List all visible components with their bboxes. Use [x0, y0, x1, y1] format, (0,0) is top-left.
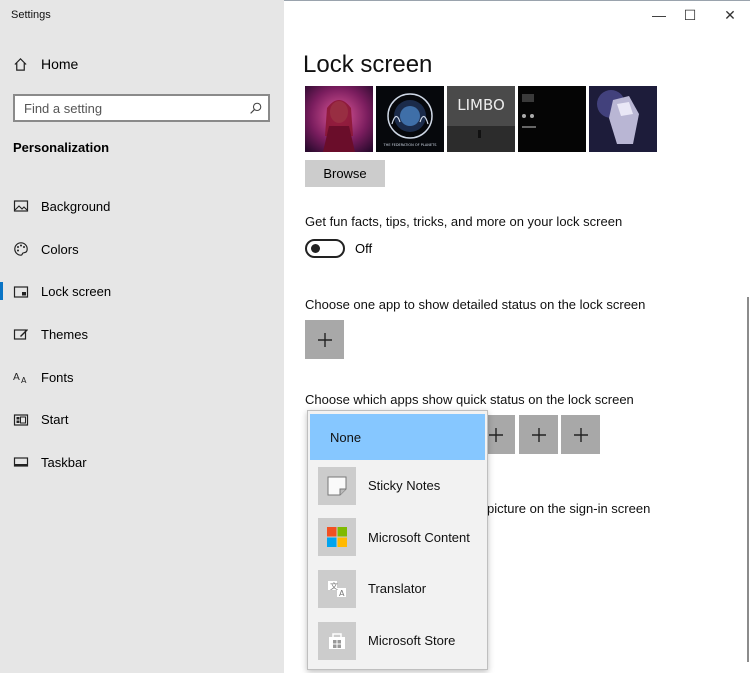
- translator-icon: 文A: [318, 569, 356, 608]
- svg-text:文: 文: [330, 581, 338, 591]
- sidebar-item-colors[interactable]: Colors: [0, 228, 284, 271]
- add-quick-status-app-button[interactable]: [561, 415, 600, 454]
- browse-button[interactable]: Browse: [305, 160, 385, 187]
- themes-icon: [13, 329, 28, 341]
- plus-icon: [317, 332, 332, 347]
- svg-text:A: A: [339, 589, 345, 598]
- app-title: Settings: [11, 9, 51, 21]
- signin-picture-label: picture on the sign-in screen: [487, 501, 651, 516]
- flyout-item-sticky-notes[interactable]: Sticky Notes: [308, 460, 487, 512]
- app-picker-flyout: None Sticky Notes Microsoft Content 文A T…: [307, 410, 488, 670]
- store-icon: [318, 621, 356, 660]
- fun-facts-label: Get fun facts, tips, tricks, and more on…: [305, 214, 623, 229]
- flyout-item-label: None: [330, 429, 362, 445]
- sidebar-item-fonts[interactable]: A A Fonts: [0, 356, 284, 399]
- fun-facts-toggle[interactable]: [305, 239, 345, 258]
- plus-icon: [573, 427, 588, 442]
- home-label: Home: [41, 56, 79, 72]
- sidebar-item-label: Fonts: [41, 369, 74, 385]
- sidebar-item-label: Lock screen: [41, 284, 112, 300]
- sidebar-item-start[interactable]: Start: [0, 398, 284, 441]
- page-title: Lock screen: [303, 51, 433, 78]
- close-button[interactable]: ✕: [720, 5, 740, 25]
- scrollbar[interactable]: [747, 297, 749, 662]
- maximize-button[interactable]: ☐: [680, 5, 700, 25]
- thumbnail-federation-seal[interactable]: THE FEDERATION OF PLANETS: [376, 86, 444, 152]
- svg-text:A: A: [21, 376, 27, 385]
- minimize-button[interactable]: —: [649, 5, 669, 25]
- microsoft-logo-icon: [318, 518, 356, 557]
- sidebar-nav: Background Colors Lock screen Themes A A…: [0, 185, 284, 484]
- sidebar-item-label: Background: [41, 198, 111, 214]
- add-detailed-status-app-button[interactable]: [305, 320, 344, 359]
- background-thumbnails: THE FEDERATION OF PLANETS LIMBO: [305, 86, 657, 152]
- fonts-icon: A A: [13, 372, 27, 385]
- thumbnail-caption: LIMBO: [457, 96, 505, 114]
- flyout-item-microsoft-store[interactable]: Microsoft Store: [308, 615, 487, 667]
- sidebar-item-lock-screen[interactable]: Lock screen: [0, 270, 284, 313]
- sidebar-item-label: Themes: [41, 326, 88, 342]
- sidebar-item-taskbar[interactable]: Taskbar: [0, 441, 284, 484]
- toggle-state-label: Off: [355, 241, 373, 256]
- svg-text:A: A: [13, 372, 20, 383]
- flyout-item-translator[interactable]: 文A Translator: [308, 563, 487, 615]
- flyout-item-microsoft-content[interactable]: Microsoft Content: [308, 512, 487, 564]
- taskbar-icon: [13, 457, 29, 468]
- flyout-item-label: Sticky Notes: [368, 478, 441, 494]
- flyout-item-none[interactable]: None: [310, 414, 485, 460]
- search-input[interactable]: Find a setting: [13, 94, 270, 122]
- sidebar-item-label: Taskbar: [41, 454, 87, 470]
- plus-icon: [488, 427, 503, 442]
- sidebar: Settings Home Find a setting Personaliza…: [0, 0, 284, 673]
- section-title: Personalization: [13, 140, 110, 155]
- palette-icon: [14, 242, 28, 256]
- flyout-item-label: Microsoft Content: [368, 529, 470, 545]
- sidebar-item-label: Start: [41, 412, 69, 428]
- plus-icon: [531, 427, 546, 442]
- thumbnail-caption: THE FEDERATION OF PLANETS: [383, 143, 438, 147]
- thumbnail-armored-figure[interactable]: [589, 86, 657, 152]
- home-icon: [14, 57, 27, 71]
- toggle-knob: [311, 244, 320, 253]
- home-link[interactable]: Home: [13, 56, 78, 72]
- flyout-item-label: Translator: [368, 581, 427, 597]
- thumbnail-limbo[interactable]: LIMBO: [447, 86, 515, 152]
- flyout-item-label: Microsoft Store: [368, 633, 456, 649]
- quick-status-label: Choose which apps show quick status on t…: [305, 392, 634, 407]
- thumbnail-dark-phone[interactable]: [518, 86, 586, 152]
- search-icon: [250, 102, 262, 114]
- add-quick-status-app-button[interactable]: [519, 415, 558, 454]
- thumbnail-scarlet-witch[interactable]: [305, 86, 373, 152]
- window-top-border: [284, 0, 750, 1]
- sidebar-item-label: Colors: [41, 241, 79, 257]
- search-placeholder: Find a setting: [24, 100, 103, 116]
- lock-screen-icon: [13, 286, 29, 298]
- sticky-notes-icon: [318, 466, 356, 505]
- sidebar-item-themes[interactable]: Themes: [0, 313, 284, 356]
- detailed-status-label: Choose one app to show detailed status o…: [305, 297, 646, 312]
- start-icon: [13, 414, 29, 426]
- sidebar-item-background[interactable]: Background: [0, 185, 284, 228]
- background-icon: [13, 200, 29, 212]
